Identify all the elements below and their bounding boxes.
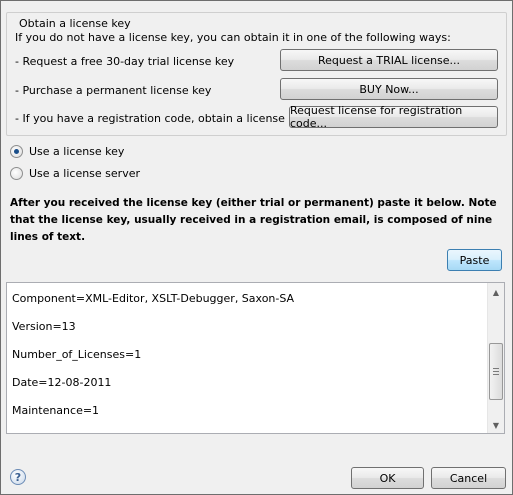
paste-instructions: After you received the license key (eith… (10, 197, 497, 243)
use-license-key-label: Use a license key (29, 145, 125, 158)
license-dialog: Obtain a license key If you do not have … (0, 0, 513, 495)
trial-description: - Request a free 30-day trial license ke… (15, 55, 235, 68)
registration-description: - If you have a registration code, obtai… (15, 112, 308, 125)
vertical-scrollbar[interactable]: ▲ ▼ (487, 283, 504, 433)
help-icon[interactable]: ? (10, 469, 26, 485)
obtain-license-group: Obtain a license key If you do not have … (6, 12, 507, 136)
use-license-server-radio[interactable] (10, 167, 23, 180)
license-line: Version=13 (12, 320, 76, 333)
license-key-textarea[interactable]: Component=XML-Editor, XSLT-Debugger, Sax… (6, 282, 505, 434)
license-line: Component=XML-Editor, XSLT-Debugger, Sax… (12, 292, 295, 305)
ok-button[interactable]: OK (351, 467, 424, 489)
request-registration-button[interactable]: Request license for registration code... (289, 104, 498, 130)
group-title: Obtain a license key (16, 17, 134, 30)
license-line: Number_of_Licenses=1 (12, 348, 142, 361)
license-key-text: Component=XML-Editor, XSLT-Debugger, Sax… (12, 290, 482, 430)
paste-button[interactable]: Paste (447, 249, 502, 271)
buy-now-button[interactable]: BUY Now... (280, 78, 498, 100)
grip-icon (493, 368, 499, 375)
scroll-up-arrow-icon[interactable]: ▲ (488, 284, 504, 300)
license-line: Maintenance=1 (12, 404, 100, 417)
use-license-server-label: Use a license server (29, 167, 140, 180)
purchase-description: - Purchase a permanent license key (15, 84, 212, 97)
scroll-down-arrow-icon[interactable]: ▼ (488, 417, 504, 433)
cancel-button[interactable]: Cancel (431, 467, 506, 489)
use-license-server-option[interactable]: Use a license server (10, 167, 140, 180)
request-trial-button[interactable]: Request a TRIAL license... (280, 49, 498, 71)
scroll-thumb[interactable] (489, 343, 503, 400)
group-intro: If you do not have a license key, you ca… (15, 31, 451, 44)
use-license-key-radio[interactable] (10, 145, 23, 158)
radio-selected-dot (14, 149, 19, 154)
use-license-key-option[interactable]: Use a license key (10, 145, 124, 158)
license-line: Date=12-08-2011 (12, 376, 112, 389)
